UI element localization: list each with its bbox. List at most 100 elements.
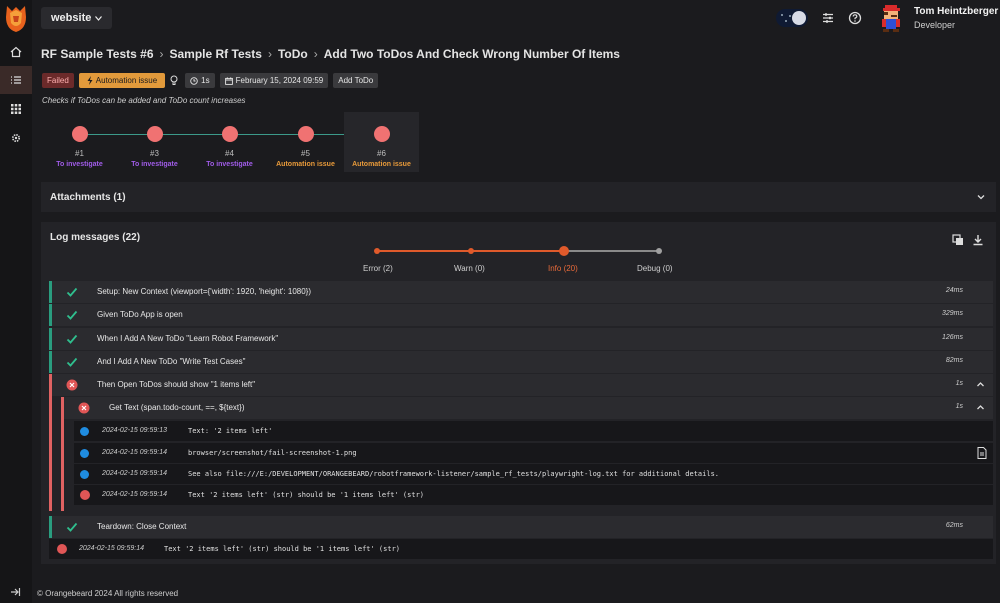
check-icon — [66, 522, 78, 532]
moon-icon — [792, 11, 806, 25]
log-substep-failed[interactable]: Get Text (span.todo-count, ==, ${text}) … — [61, 397, 993, 419]
attribute-badge[interactable]: Add ToDo — [333, 73, 379, 88]
log-messages-title: Log messages (22) — [50, 232, 141, 243]
error-icon — [78, 402, 90, 414]
check-icon — [66, 287, 78, 297]
log-message: Text: '2 items left' — [188, 427, 273, 435]
theme-toggle[interactable] — [776, 9, 808, 27]
history-item-current[interactable]: #6 Automation issue — [344, 112, 419, 172]
chevron-down-icon — [95, 15, 103, 21]
log-level-stop-error[interactable] — [374, 248, 380, 254]
help-icon[interactable] — [848, 11, 862, 25]
log-step-duration: 62ms — [945, 522, 963, 529]
failed-step-rail — [49, 378, 52, 511]
log-timestamp: 2024-02-15 09:59:13 — [102, 427, 167, 434]
log-level-warn[interactable]: Warn (0) — [454, 264, 485, 273]
nav-launches[interactable] — [0, 66, 32, 94]
log-step[interactable]: Teardown: Close Context 62ms — [49, 516, 993, 538]
history-item[interactable]: #1 To investigate — [42, 112, 117, 172]
history-status-dot — [147, 126, 163, 142]
breadcrumb: RF Sample Tests #6 › Sample Rf Tests › T… — [41, 47, 620, 61]
error-level-icon — [57, 544, 67, 554]
log-step-label: When I Add A New ToDo "Learn Robot Frame… — [97, 334, 279, 343]
grid-icon — [11, 104, 21, 114]
info-level-icon — [80, 470, 89, 479]
history-status-dot — [72, 126, 88, 142]
collapse-sidebar-icon[interactable] — [8, 585, 22, 599]
log-step-label: Get Text (span.todo-count, ==, ${text}) — [109, 403, 245, 412]
gear-icon — [11, 133, 21, 143]
date-value: February 15, 2024 09:59 — [235, 76, 324, 85]
log-message: browser/screenshot/fail-screenshot-1.png — [188, 449, 357, 457]
log-step-failed[interactable]: Then Open ToDos should show "1 items lef… — [49, 374, 993, 396]
log-level-stop-debug[interactable] — [656, 248, 662, 254]
log-level-handle[interactable] — [559, 246, 569, 256]
log-level-error[interactable]: Error (2) — [363, 264, 393, 273]
log-step[interactable]: Setup: New Context (viewport={'width': 1… — [49, 281, 993, 303]
check-icon — [66, 357, 78, 367]
log-step-duration: 82ms — [945, 357, 963, 364]
lightbulb-icon[interactable] — [170, 75, 180, 87]
defect-type-button[interactable]: Automation issue — [78, 73, 166, 88]
log-timestamp: 2024-02-15 09:59:14 — [102, 491, 167, 498]
check-icon — [66, 334, 78, 344]
history-run-status: To investigate — [131, 161, 178, 168]
attachments-panel[interactable]: Attachments (1) — [41, 182, 996, 212]
chevron-down-icon[interactable] — [976, 192, 986, 202]
chevron-up-icon[interactable] — [976, 403, 985, 412]
breadcrumb-separator-icon: › — [159, 47, 164, 61]
footer-copyright: © Orangebeard 2024 All rights reserved — [37, 589, 179, 598]
log-level-stop-warn[interactable] — [468, 248, 474, 254]
log-timestamp: 2024-02-15 09:59:14 — [102, 470, 167, 477]
chevron-up-icon[interactable] — [976, 380, 985, 389]
history-run-number: #1 — [75, 149, 84, 158]
history-run-number: #6 — [377, 149, 386, 158]
log-line: 2024-02-15 09:59:14 See also file:///E:/… — [74, 464, 993, 484]
breadcrumb-separator-icon: › — [267, 47, 272, 61]
avatar[interactable] — [876, 3, 906, 33]
copy-icon[interactable] — [952, 234, 964, 246]
breadcrumb-suite[interactable]: Sample Rf Tests — [170, 47, 262, 61]
history-item[interactable]: #5 Automation issue — [268, 112, 343, 172]
clock-icon — [190, 76, 198, 85]
orangebeard-logo[interactable] — [4, 3, 28, 33]
log-messages-panel: Log messages (22) Error (2) Warn (0) Inf… — [41, 222, 996, 564]
log-step-label: And I Add A New ToDo "Write Test Cases" — [97, 357, 246, 366]
log-step-label: Given ToDo App is open — [97, 310, 183, 319]
sidebar — [0, 0, 32, 603]
breadcrumb-launch[interactable]: RF Sample Tests #6 — [41, 47, 154, 61]
history-item[interactable]: #4 To investigate — [192, 112, 267, 172]
log-message: Text '2 items left' (str) should be '1 i… — [164, 545, 401, 553]
status-badge: Failed — [42, 73, 74, 88]
log-step-label: Setup: New Context (viewport={'width': 1… — [97, 287, 312, 296]
file-image-icon[interactable] — [977, 447, 987, 459]
log-level-debug[interactable]: Debug (0) — [637, 264, 673, 273]
date-badge: February 15, 2024 09:59 — [219, 73, 329, 88]
nav-settings[interactable] — [0, 124, 32, 152]
log-step[interactable]: When I Add A New ToDo "Learn Robot Frame… — [49, 328, 993, 350]
log-step[interactable]: And I Add A New ToDo "Write Test Cases" … — [49, 351, 993, 373]
star-icon — [781, 14, 783, 16]
log-step-duration: 126ms — [941, 334, 963, 341]
user-name: Tom Heintzberger — [914, 6, 999, 17]
lightning-icon — [87, 76, 93, 85]
test-description: Checks if ToDos can be added and ToDo co… — [42, 96, 246, 105]
history-run-status: Automation issue — [352, 161, 411, 168]
project-select[interactable]: website — [41, 7, 113, 29]
nav-apps[interactable] — [0, 95, 32, 123]
nav-dashboard[interactable] — [0, 38, 32, 66]
log-level-info[interactable]: Info (20) — [548, 264, 578, 273]
home-icon — [10, 46, 22, 58]
topbar: website Tom Heintzberger Developer — [32, 0, 1000, 36]
info-level-icon — [80, 449, 89, 458]
breadcrumb-test[interactable]: ToDo — [278, 47, 308, 61]
history-item[interactable]: #3 To investigate — [117, 112, 192, 172]
history-run-status: To investigate — [56, 161, 103, 168]
log-message: See also file:///E:/DEVELOPMENT/ORANGEBE… — [188, 470, 720, 478]
log-step[interactable]: Given ToDo App is open 329ms — [49, 304, 993, 326]
download-icon[interactable] — [972, 234, 984, 246]
log-line: 2024-02-15 09:59:13 Text: '2 items left' — [74, 421, 993, 441]
log-step-label: Then Open ToDos should show "1 items lef… — [97, 380, 256, 389]
calendar-icon — [224, 76, 233, 85]
filter-settings-icon[interactable] — [821, 11, 835, 25]
